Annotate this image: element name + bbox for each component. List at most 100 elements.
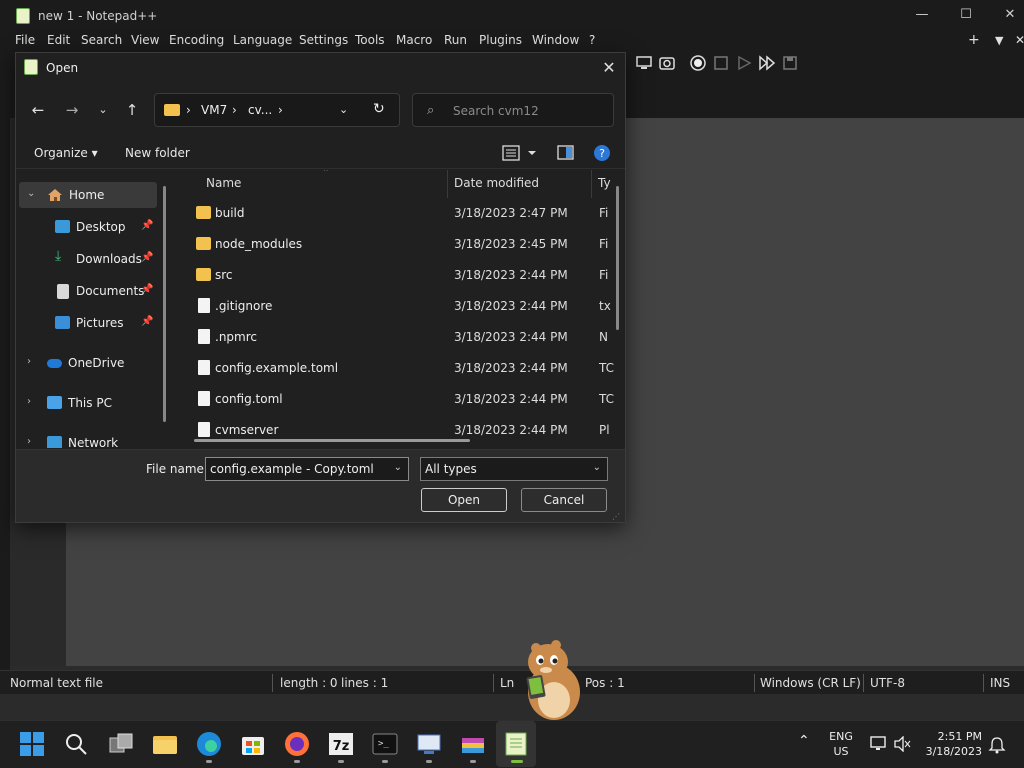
firefox-icon[interactable]: [284, 731, 310, 757]
menu-edit[interactable]: Edit: [47, 33, 70, 47]
play-macro-icon[interactable]: [736, 55, 752, 71]
record-macro-icon[interactable]: [690, 55, 706, 71]
menu-encoding[interactable]: Encoding: [169, 33, 224, 47]
file-name: config.example.toml: [215, 361, 339, 375]
minimize-button[interactable]: —: [900, 4, 944, 26]
edge-browser-icon[interactable]: [196, 731, 222, 757]
run-macro-multiple-icon[interactable]: [759, 55, 775, 71]
menu-settings[interactable]: Settings: [299, 33, 348, 47]
file-name-input[interactable]: config.example - Copy.toml ⌄: [205, 457, 409, 481]
7zip-icon[interactable]: 7z: [328, 732, 354, 756]
monitor-icon[interactable]: [636, 55, 652, 71]
menu-help[interactable]: ?: [589, 33, 595, 47]
menu-run[interactable]: Run: [444, 33, 467, 47]
volume-muted-icon[interactable]: [894, 736, 912, 752]
column-header-date[interactable]: Date modified: [454, 176, 539, 190]
menu-macro[interactable]: Macro: [396, 33, 432, 47]
close-tab-button[interactable]: ✕: [1015, 33, 1024, 47]
save-macro-icon[interactable]: [782, 55, 798, 71]
menu-search[interactable]: Search: [81, 33, 122, 47]
file-row[interactable]: node_modules 3/18/2023 2:45 PM Fi: [176, 229, 616, 260]
column-divider[interactable]: [447, 170, 448, 198]
breadcrumb-separator: ›: [232, 103, 237, 117]
add-tab-button[interactable]: +: [968, 32, 980, 48]
column-header-type[interactable]: Ty: [598, 176, 611, 190]
nav-item-label: Network: [68, 436, 119, 448]
nav-item-home[interactable]: ⌄ Home: [19, 182, 157, 208]
status-file-type: Normal text file: [10, 676, 104, 690]
terminal-icon[interactable]: >_: [372, 732, 398, 756]
language-indicator[interactable]: ENG US: [826, 729, 856, 759]
file-icon: [198, 360, 210, 375]
file-row[interactable]: cvmserver 3/18/2023 2:44 PM Pl: [176, 415, 616, 439]
task-view-icon[interactable]: [108, 732, 134, 756]
tab-list-button[interactable]: ▼: [995, 34, 1003, 47]
resize-grip-icon[interactable]: ⋰: [612, 512, 620, 521]
recent-locations-chevron-icon[interactable]: ⌄: [91, 99, 115, 121]
menu-plugins[interactable]: Plugins: [479, 33, 522, 47]
organize-button[interactable]: Organize ▾: [34, 146, 98, 160]
cancel-button[interactable]: Cancel: [521, 488, 607, 512]
nav-pane-scrollbar[interactable]: [163, 186, 166, 422]
nav-item-desktop[interactable]: Desktop 📌: [19, 214, 157, 240]
view-options-icon[interactable]: [502, 144, 542, 162]
menu-tools[interactable]: Tools: [355, 33, 385, 47]
network-status-icon[interactable]: [870, 736, 888, 752]
help-icon[interactable]: ?: [593, 144, 611, 162]
microsoft-store-icon[interactable]: [240, 732, 266, 756]
search-box[interactable]: ⌕ Search cvm12: [412, 93, 614, 127]
file-row[interactable]: config.example.toml 3/18/2023 2:44 PM TC: [176, 353, 616, 384]
menu-language[interactable]: Language: [233, 33, 292, 47]
preview-pane-icon[interactable]: [557, 144, 575, 162]
file-list-vertical-scrollbar[interactable]: [616, 186, 619, 330]
nav-item-this-pc[interactable]: › This PC: [19, 390, 157, 416]
expand-chevron-icon[interactable]: ›: [27, 356, 31, 367]
winrar-icon[interactable]: [460, 732, 486, 756]
file-list-horizontal-scrollbar[interactable]: [194, 439, 470, 442]
forward-arrow-icon[interactable]: →: [60, 99, 84, 121]
expand-chevron-icon[interactable]: ›: [27, 396, 31, 407]
refresh-icon[interactable]: ↻: [373, 101, 385, 117]
expand-chevron-icon[interactable]: ⌄: [27, 188, 35, 199]
back-arrow-icon[interactable]: ←: [26, 99, 50, 121]
file-explorer-icon[interactable]: [152, 732, 178, 756]
menu-window[interactable]: Window: [532, 33, 579, 47]
dialog-close-button[interactable]: ✕: [594, 55, 624, 81]
notification-bell-icon[interactable]: [988, 736, 1006, 754]
notepad-plus-plus-icon[interactable]: [504, 731, 528, 757]
nav-item-documents[interactable]: Documents 📌: [19, 278, 157, 304]
sort-ascending-icon: ⌃: [322, 170, 330, 178]
nav-item-network[interactable]: › Network: [19, 430, 157, 448]
column-header-name[interactable]: Name: [206, 176, 241, 190]
menu-file[interactable]: File: [15, 33, 35, 47]
address-dropdown-chevron-icon[interactable]: ⌄: [339, 103, 348, 116]
column-divider[interactable]: [591, 170, 592, 198]
windows-start-icon[interactable]: [20, 732, 44, 756]
system-clock[interactable]: 2:51 PM 3/18/2023: [922, 729, 982, 759]
breadcrumb-cvm[interactable]: cv...: [248, 103, 272, 117]
up-arrow-icon[interactable]: ↑: [120, 99, 144, 121]
nav-item-pictures[interactable]: Pictures 📌: [19, 310, 157, 336]
open-button[interactable]: Open: [421, 488, 507, 512]
nav-item-downloads[interactable]: ⤓ Downloads 📌: [19, 246, 157, 272]
file-row[interactable]: src 3/18/2023 2:44 PM Fi: [176, 260, 616, 291]
address-bar[interactable]: › VM7 › cv... › ⌄ ↻: [154, 93, 400, 127]
maximize-button[interactable]: ☐: [944, 4, 988, 26]
new-folder-button[interactable]: New folder: [125, 146, 190, 160]
stop-macro-icon[interactable]: [713, 55, 729, 71]
expand-chevron-icon[interactable]: ›: [27, 436, 31, 447]
remote-desktop-icon[interactable]: [416, 732, 442, 756]
search-icon[interactable]: [64, 732, 88, 756]
close-window-button[interactable]: ✕: [988, 4, 1024, 26]
file-type-select[interactable]: All types ⌄: [420, 457, 608, 481]
menu-view[interactable]: View: [131, 33, 159, 47]
file-row[interactable]: .npmrc 3/18/2023 2:44 PM N: [176, 322, 616, 353]
camera-icon[interactable]: [659, 55, 675, 71]
file-row[interactable]: build 3/18/2023 2:47 PM Fi: [176, 198, 616, 229]
file-row[interactable]: .gitignore 3/18/2023 2:44 PM tx: [176, 291, 616, 322]
chevron-up-icon[interactable]: ⌃: [798, 733, 810, 749]
chevron-down-icon[interactable]: ⌄: [394, 462, 402, 473]
file-row[interactable]: config.toml 3/18/2023 2:44 PM TC: [176, 384, 616, 415]
breadcrumb-vm7[interactable]: VM7: [201, 103, 227, 117]
nav-item-onedrive[interactable]: › OneDrive: [19, 350, 157, 376]
